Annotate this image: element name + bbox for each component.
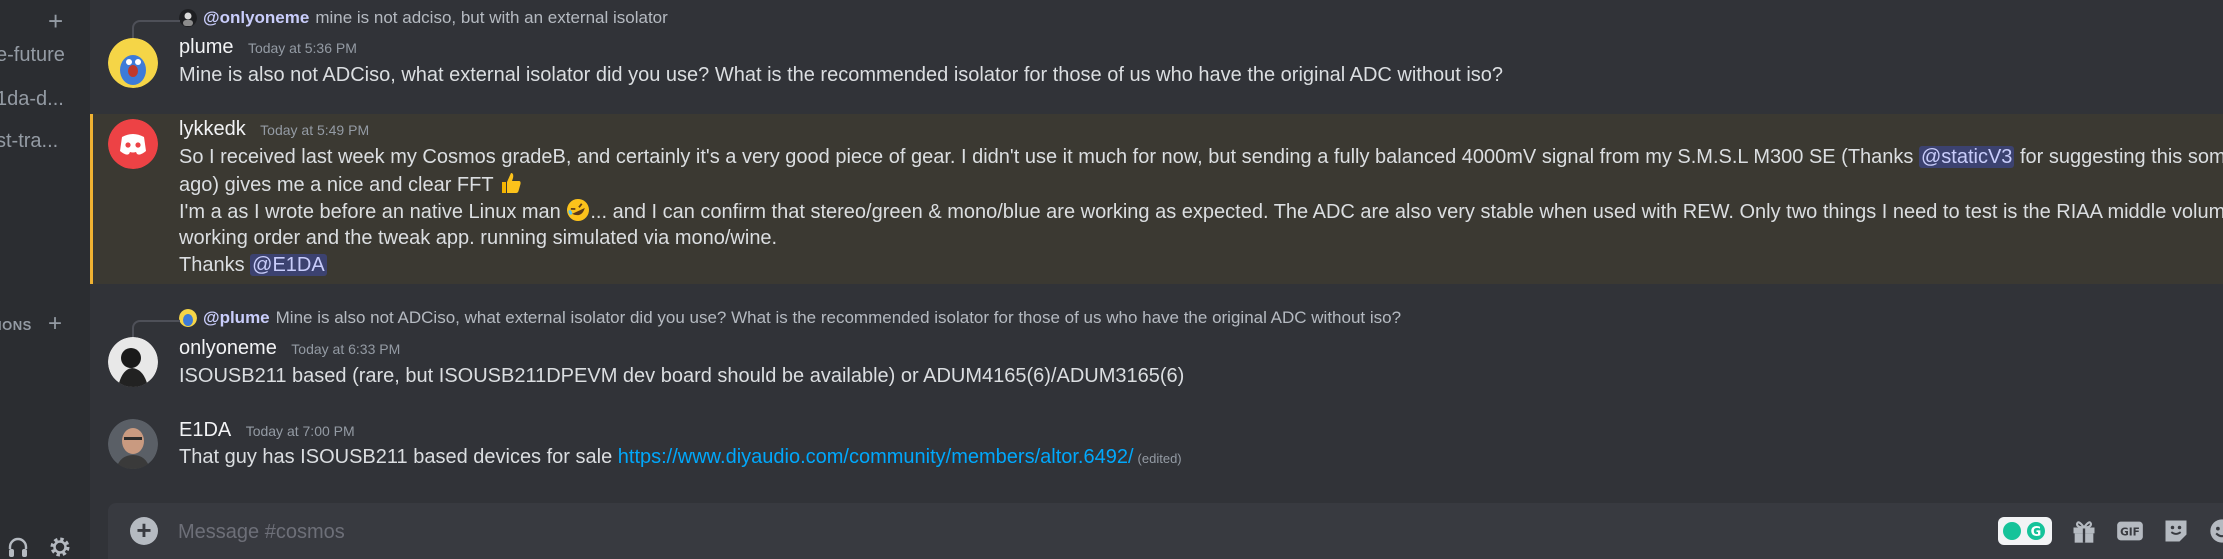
avatar-lykkedk[interactable] (108, 119, 158, 169)
gift-icon[interactable] (2070, 517, 2098, 545)
gif-icon[interactable]: GIF (2116, 517, 2144, 545)
user-mention[interactable]: @E1DA (250, 254, 327, 276)
svg-text:G: G (2031, 525, 2042, 540)
reply-reference[interactable]: @onlyoneme mine is not adciso, but with … (132, 8, 668, 42)
sidebar-channel-2[interactable]: 1da-d... (0, 88, 64, 111)
sidebar-channel-3[interactable]: st-tra... (0, 130, 58, 153)
emoji-icon[interactable] (2208, 517, 2223, 545)
message-text: ... and I can confirm that stereo/green … (590, 201, 2223, 223)
avatar-plume[interactable] (108, 38, 158, 88)
timestamp[interactable]: Today at 5:36 PM (248, 40, 357, 56)
avatar-e1da[interactable] (108, 419, 158, 469)
message-line: ago) gives me a nice and clear FFT (179, 171, 523, 199)
message-line: Thanks @E1DA (179, 252, 327, 279)
message-text: Thanks (179, 254, 251, 276)
username[interactable]: onlyoneme (179, 337, 277, 359)
timestamp[interactable]: Today at 5:49 PM (260, 122, 369, 138)
message-text: Mine is also not ADCiso, what external i… (179, 64, 1504, 86)
reply-excerpt: mine is not adciso, but with an external… (315, 8, 668, 27)
message-text: ISOUSB211 based (rare, but ISOUSB211DPEV… (179, 365, 1185, 387)
chat-main: @onlyoneme mine is not adciso, but with … (90, 0, 2223, 559)
user-mention[interactable]: @staticV3 (1918, 146, 2015, 168)
timestamp[interactable]: Today at 7:00 PM (246, 423, 355, 439)
reply-reference[interactable]: @plume Mine is also not ADCiso, what ext… (132, 308, 1402, 342)
add-category-plus-icon[interactable]: + (48, 310, 62, 338)
message-line: I'm a as I wrote before an native Linux … (179, 198, 2223, 226)
message-text: ago) gives me a nice and clear FFT (179, 174, 494, 196)
add-attachment-icon[interactable]: + (130, 517, 158, 545)
message-line: That guy has ISOUSB211 based devices for… (179, 444, 1182, 472)
message-line: So I received last week my Cosmos gradeB… (179, 144, 2223, 171)
message-text: So I received last week my Cosmos gradeB… (179, 146, 1919, 168)
username[interactable]: lykkedk (179, 118, 246, 140)
edited-label: (edited) (1137, 451, 1182, 466)
discord-logo (120, 134, 146, 155)
reply-username[interactable]: @plume (203, 308, 270, 328)
sidebar-category-label[interactable]: IONS (0, 318, 32, 333)
thumbs-up-emoji[interactable] (499, 171, 523, 195)
message-link[interactable]: https://www.diyaudio.com/community/membe… (618, 446, 1134, 468)
add-channel-plus-icon[interactable]: + (48, 6, 63, 37)
message-input[interactable] (176, 515, 1380, 549)
grammarly-icon[interactable]: G (1998, 517, 2052, 545)
gear-icon[interactable] (48, 535, 72, 559)
svg-text:GIF: GIF (2120, 527, 2140, 539)
sticker-icon[interactable] (2162, 517, 2190, 545)
username[interactable]: plume (179, 36, 233, 58)
reply-avatar (179, 9, 197, 27)
message-composer: + G GIF (108, 503, 2223, 559)
message-text: for suggesting this some time (2019, 146, 2223, 168)
message-text: working order and the tweak app. running… (179, 227, 778, 249)
headset-icon[interactable] (6, 535, 30, 559)
reply-username[interactable]: @onlyoneme (203, 8, 309, 28)
sidebar-channel-1[interactable]: e-future (0, 44, 65, 67)
avatar-onlyoneme[interactable] (108, 337, 158, 387)
message-text: I'm a as I wrote before an native Linux … (179, 201, 567, 223)
reply-avatar (179, 309, 197, 327)
timestamp[interactable]: Today at 6:33 PM (291, 341, 400, 357)
username[interactable]: E1DA (179, 419, 231, 441)
channel-sidebar: + e-future 1da-d... st-tra... IONS + (0, 0, 90, 559)
reply-excerpt: Mine is also not ADCiso, what external i… (275, 308, 1402, 327)
message-text: That guy has ISOUSB211 based devices for… (179, 446, 618, 468)
